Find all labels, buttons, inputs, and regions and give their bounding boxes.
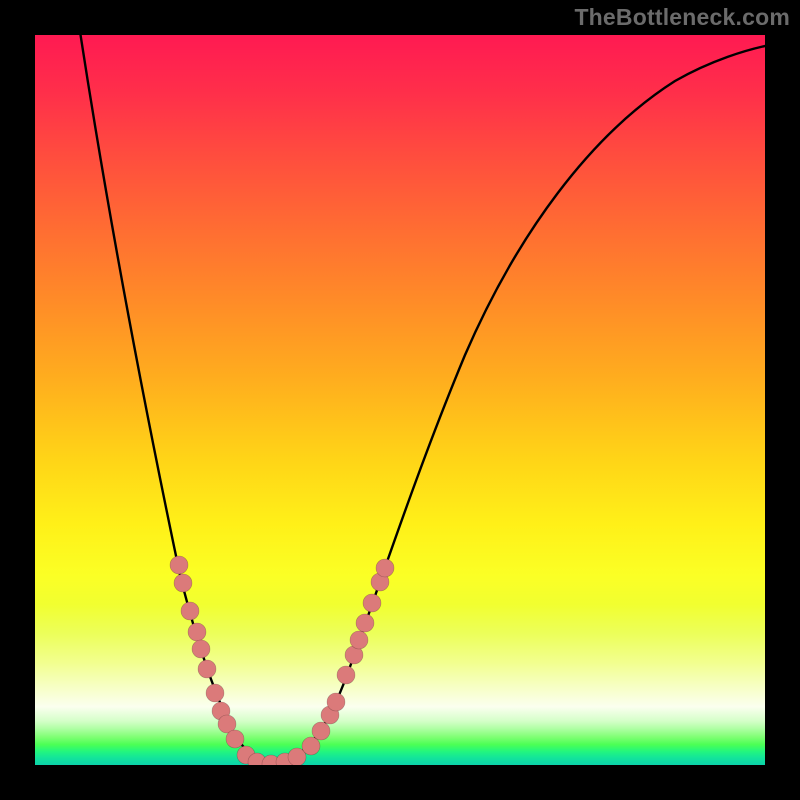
bottleneck-curve: [79, 35, 765, 763]
chart-plot-area: [35, 35, 765, 765]
data-dot: [198, 660, 216, 678]
data-dot: [170, 556, 188, 574]
data-dot: [188, 623, 206, 641]
data-dot: [350, 631, 368, 649]
data-dot: [181, 602, 199, 620]
data-dot: [363, 594, 381, 612]
chart-svg: [35, 35, 765, 765]
data-dot: [376, 559, 394, 577]
data-dot: [174, 574, 192, 592]
data-dot: [356, 614, 374, 632]
data-dot: [312, 722, 330, 740]
chart-stage: TheBottleneck.com: [0, 0, 800, 800]
data-dot: [327, 693, 345, 711]
dots-layer: [170, 556, 394, 765]
data-dot: [192, 640, 210, 658]
data-dot: [206, 684, 224, 702]
watermark-text: TheBottleneck.com: [574, 4, 790, 31]
data-dot: [226, 730, 244, 748]
data-dot: [302, 737, 320, 755]
data-dot: [337, 666, 355, 684]
